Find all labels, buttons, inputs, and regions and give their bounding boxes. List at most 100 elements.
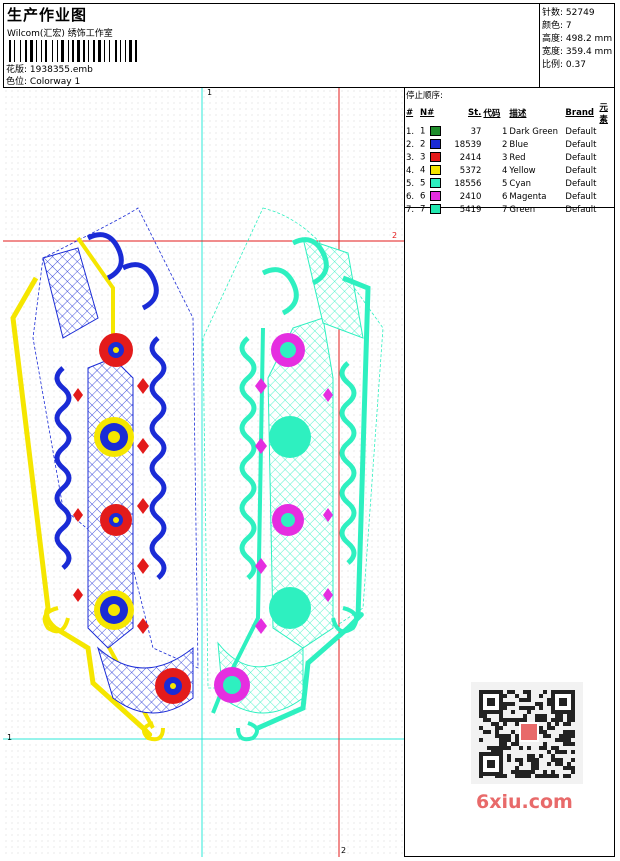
row-desc: Dark Green <box>509 126 559 137</box>
qr-module <box>499 742 503 746</box>
design-canvas[interactable]: 1 2 1 2 <box>3 88 405 857</box>
row-element <box>598 138 615 151</box>
qr-module <box>515 694 519 698</box>
barcode-bar <box>68 40 69 62</box>
qr-module <box>515 766 519 770</box>
row-brand: Default <box>565 139 597 150</box>
qr-module <box>571 770 575 774</box>
row-brand: Default <box>565 178 597 189</box>
row-stitches: 5419 <box>459 204 482 215</box>
row-stitches: 18556 <box>454 178 482 189</box>
barcode-bar <box>75 40 76 62</box>
qr-module <box>523 706 527 710</box>
col-header-stitches: St. <box>468 108 482 118</box>
qr-module <box>499 726 503 730</box>
barcode-bar <box>127 40 128 62</box>
row-desc: Green <box>509 204 536 215</box>
row-code: 4 <box>502 165 508 176</box>
row-element <box>598 151 615 164</box>
qr-module <box>527 746 531 750</box>
barcode-bar <box>54 40 56 62</box>
row-element <box>598 203 615 216</box>
qr-module <box>495 734 499 738</box>
qr-module <box>527 690 531 694</box>
stat-colors-value: 7 <box>565 21 572 31</box>
watermark-site: 6xiu.com <box>476 791 573 813</box>
qr-module <box>519 758 523 762</box>
barcode-bar <box>83 40 85 62</box>
qr-module <box>567 738 571 742</box>
qr-module <box>543 774 547 778</box>
qr-module <box>527 774 531 778</box>
qr-module <box>511 690 515 694</box>
row-code: 1 <box>502 126 508 137</box>
qr-module <box>503 706 507 710</box>
qr-module <box>503 734 507 738</box>
qr-module <box>519 746 523 750</box>
row-n: 4 <box>419 164 442 177</box>
barcode-bar <box>104 40 105 62</box>
qr-module <box>543 718 547 722</box>
qr-module <box>567 734 571 738</box>
row-code: 2 <box>502 139 508 150</box>
row-n-text: 1 <box>420 126 426 137</box>
qr-module <box>571 750 575 754</box>
row-brand: Default <box>565 165 597 176</box>
qr-module <box>527 694 531 698</box>
stat-height: 高度: 498.2 mm <box>542 31 612 44</box>
qr-module <box>559 758 563 762</box>
row-stitches: 2414 <box>459 152 482 163</box>
qr-module <box>571 730 575 734</box>
qr-module <box>483 718 487 722</box>
barcode-bar <box>28 40 29 62</box>
qr-module <box>507 754 511 758</box>
row-index: 4. <box>406 165 415 176</box>
qr-module <box>507 746 511 750</box>
row-brand: Default <box>565 204 597 215</box>
qr-module <box>499 718 503 722</box>
qr-module <box>547 750 551 754</box>
qr-module <box>521 724 537 740</box>
col-header-desc: 描述 <box>509 109 527 119</box>
qr-module <box>535 762 539 766</box>
qr-module <box>483 730 487 734</box>
row-index: 2. <box>406 139 415 150</box>
barcode-bar <box>52 40 53 62</box>
stat-colors: 颜色: 7 <box>542 18 572 31</box>
qr-module <box>503 722 507 726</box>
stat-height-value: 498.2 mm <box>565 34 613 44</box>
barcode-bar <box>70 40 71 62</box>
qr-module <box>547 774 551 778</box>
qr-module <box>515 718 519 722</box>
qr-module <box>559 718 563 722</box>
qr-code <box>471 682 583 784</box>
stop-sequence-panel: 停止顺序: # N# St. 代码 描述 Brand 元素 1. 1 37 1 Dark… <box>405 88 615 215</box>
stop-sequence-row: 3. 3 2414 3 Red Default <box>405 151 615 164</box>
barcode-bar <box>102 40 103 62</box>
qr-module <box>563 750 567 754</box>
qr-module <box>531 754 535 758</box>
qr-module <box>527 706 531 710</box>
barcode-bar <box>122 40 124 62</box>
row-element <box>598 125 615 138</box>
qr-module <box>555 746 559 750</box>
qr-module <box>555 714 559 718</box>
qr-module <box>567 774 571 778</box>
stat-colors-label: 颜色: <box>542 21 564 31</box>
qr-module <box>559 714 563 718</box>
qr-module <box>519 770 523 774</box>
stop-sequence-table: # N# St. 代码 描述 Brand 元素 1. 1 37 1 Dark Green… <box>405 101 615 216</box>
qr-module <box>539 774 543 778</box>
col-header-code: 代码 <box>483 109 501 119</box>
barcode-bar <box>109 40 110 62</box>
qr-module <box>527 754 531 758</box>
stat-height-label: 高度: <box>542 34 564 44</box>
row-code: 3 <box>502 152 508 163</box>
qr-module <box>539 754 543 758</box>
qr-module <box>511 702 515 706</box>
qr-module <box>499 746 503 750</box>
qr-module <box>511 742 515 746</box>
col-header-brand: Brand <box>565 108 594 118</box>
qr-module <box>543 714 547 718</box>
qr-module <box>543 730 547 734</box>
